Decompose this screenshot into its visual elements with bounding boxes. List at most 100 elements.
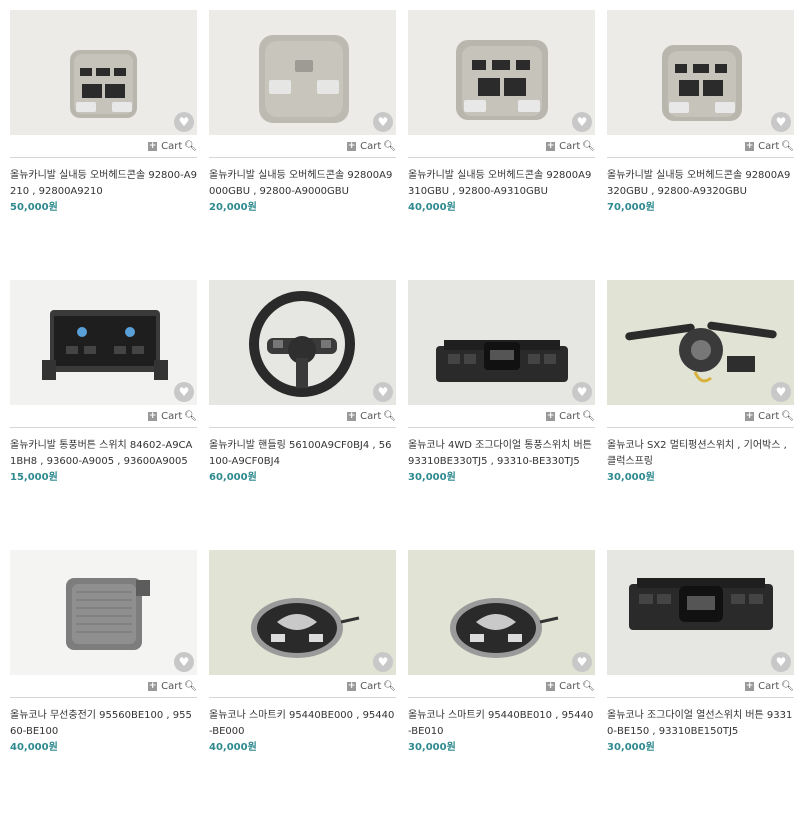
plus-icon: +: [347, 680, 357, 691]
product-title[interactable]: 올뉴카니발 통풍버튼 스위치 84602-A9CA1BH8 , 93600-A9…: [10, 438, 197, 470]
add-to-cart-button[interactable]: + Cart 🔍︎: [347, 141, 396, 152]
product-card[interactable]: ♥ + Cart 🔍︎ 올뉴코나 SX2 멀티펑션스위치 , 기어박스 , 클럭…: [607, 280, 794, 550]
add-to-cart-button[interactable]: + Cart 🔍︎: [745, 681, 794, 692]
add-to-cart-button[interactable]: + Cart 🔍︎: [546, 141, 595, 152]
magnifier-icon[interactable]: 🔍︎: [781, 411, 794, 422]
cart-label: Cart: [758, 140, 780, 152]
product-card[interactable]: ♥ + Cart 🔍︎ 올뉴카니발 실내등 오버헤드콘솔 92800A9310G…: [408, 10, 595, 280]
plus-icon: +: [148, 680, 158, 691]
magnifier-icon[interactable]: 🔍︎: [383, 681, 396, 692]
plus-icon: +: [347, 140, 357, 151]
magnifier-icon[interactable]: 🔍︎: [184, 411, 197, 422]
product-card[interactable]: ♥ + Cart 🔍︎ 올뉴카니발 실내등 오버헤드콘솔 92800A9000G…: [209, 10, 396, 280]
magnifier-icon[interactable]: 🔍︎: [184, 141, 197, 152]
product-image[interactable]: ♥: [10, 10, 197, 135]
plus-icon: +: [148, 140, 158, 151]
cart-bar: + Cart 🔍︎: [10, 135, 197, 158]
wishlist-heart-icon[interactable]: ♥: [572, 112, 592, 132]
product-title[interactable]: 올뉴카니발 핸들링 56100A9CF0BJ4 , 56100-A9CF0BJ4: [209, 438, 396, 470]
add-to-cart-button[interactable]: + Cart 🔍︎: [148, 681, 197, 692]
product-price: 15,000원: [10, 472, 58, 483]
magnifier-icon[interactable]: 🔍︎: [582, 681, 595, 692]
wishlist-heart-icon[interactable]: ♥: [771, 112, 791, 132]
add-to-cart-button[interactable]: + Cart 🔍︎: [546, 411, 595, 422]
magnifier-icon[interactable]: 🔍︎: [383, 141, 396, 152]
product-title[interactable]: 올뉴코나 스마트키 95440BE010 , 95440-BE010: [408, 708, 595, 740]
product-card[interactable]: ♥ + Cart 🔍︎ 올뉴코나 조그다이얼 열선스위치 버튼 93310-BE…: [607, 550, 794, 820]
product-title[interactable]: 올뉴코나 조그다이얼 열선스위치 버튼 93310-BE150 , 93310B…: [607, 708, 794, 740]
product-image[interactable]: ♥: [408, 550, 595, 675]
product-title[interactable]: 올뉴코나 무선충전기 95560BE100 , 95560-BE100: [10, 708, 197, 740]
product-card[interactable]: ♥ + Cart 🔍︎ 올뉴카니발 핸들링 56100A9CF0BJ4 , 56…: [209, 280, 396, 550]
product-card[interactable]: ♥ + Cart 🔍︎ 올뉴카니발 실내등 오버헤드콘솔 92800A9320G…: [607, 10, 794, 280]
cart-bar: + Cart 🔍︎: [408, 675, 595, 698]
product-price: 40,000원: [408, 202, 456, 213]
wishlist-heart-icon[interactable]: ♥: [572, 382, 592, 402]
add-to-cart-button[interactable]: + Cart 🔍︎: [148, 411, 197, 422]
wishlist-heart-icon[interactable]: ♥: [174, 382, 194, 402]
add-to-cart-button[interactable]: + Cart 🔍︎: [148, 141, 197, 152]
wishlist-heart-icon[interactable]: ♥: [771, 382, 791, 402]
product-price: 70,000원: [607, 202, 655, 213]
cart-bar: + Cart 🔍︎: [607, 405, 794, 428]
cart-label: Cart: [758, 410, 780, 422]
plus-icon: +: [546, 680, 556, 691]
magnifier-icon[interactable]: 🔍︎: [582, 411, 595, 422]
product-image[interactable]: ♥: [408, 10, 595, 135]
wishlist-heart-icon[interactable]: ♥: [373, 112, 393, 132]
product-title[interactable]: 올뉴카니발 실내등 오버헤드콘솔 92800A9310GBU , 92800-A…: [408, 168, 595, 200]
magnifier-icon[interactable]: 🔍︎: [184, 681, 197, 692]
plus-icon: +: [546, 140, 556, 151]
product-image[interactable]: ♥: [607, 550, 794, 675]
magnifier-icon[interactable]: 🔍︎: [383, 411, 396, 422]
product-price: 30,000원: [408, 472, 456, 483]
product-card[interactable]: ♥ + Cart 🔍︎ 올뉴카니발 통풍버튼 스위치 84602-A9CA1BH…: [10, 280, 197, 550]
wishlist-heart-icon[interactable]: ♥: [174, 112, 194, 132]
product-title[interactable]: 올뉴카니발 실내등 오버헤드콘솔 92800-A9210 , 92800A921…: [10, 168, 197, 200]
cart-label: Cart: [559, 140, 581, 152]
cart-bar: + Cart 🔍︎: [408, 405, 595, 428]
wishlist-heart-icon[interactable]: ♥: [174, 652, 194, 672]
product-image[interactable]: ♥: [209, 280, 396, 405]
magnifier-icon[interactable]: 🔍︎: [781, 681, 794, 692]
product-card[interactable]: ♥ + Cart 🔍︎ 올뉴카니발 실내등 오버헤드콘솔 92800-A9210…: [10, 10, 197, 280]
magnifier-icon[interactable]: 🔍︎: [582, 141, 595, 152]
product-price: 30,000원: [607, 472, 655, 483]
product-card[interactable]: ♥ + Cart 🔍︎ 올뉴코나 스마트키 95440BE000 , 95440…: [209, 550, 396, 820]
plus-icon: +: [745, 410, 755, 421]
product-image[interactable]: ♥: [10, 280, 197, 405]
product-title[interactable]: 올뉴코나 SX2 멀티펑션스위치 , 기어박스 , 클럭스프링: [607, 438, 794, 470]
product-title[interactable]: 올뉴코나 스마트키 95440BE000 , 95440-BE000: [209, 708, 396, 740]
product-title[interactable]: 올뉴카니발 실내등 오버헤드콘솔 92800A9320GBU , 92800-A…: [607, 168, 794, 200]
add-to-cart-button[interactable]: + Cart 🔍︎: [347, 411, 396, 422]
wishlist-heart-icon[interactable]: ♥: [572, 652, 592, 672]
add-to-cart-button[interactable]: + Cart 🔍︎: [745, 141, 794, 152]
wishlist-heart-icon[interactable]: ♥: [373, 652, 393, 672]
product-price: 40,000원: [10, 742, 58, 753]
add-to-cart-button[interactable]: + Cart 🔍︎: [745, 411, 794, 422]
product-image[interactable]: ♥: [209, 550, 396, 675]
product-image[interactable]: ♥: [408, 280, 595, 405]
product-image[interactable]: ♥: [10, 550, 197, 675]
plus-icon: +: [745, 680, 755, 691]
plus-icon: +: [745, 140, 755, 151]
product-price: 60,000원: [209, 472, 257, 483]
wishlist-heart-icon[interactable]: ♥: [771, 652, 791, 672]
product-title[interactable]: 올뉴카니발 실내등 오버헤드콘솔 92800A9000GBU , 92800-A…: [209, 168, 396, 200]
cart-bar: + Cart 🔍︎: [209, 135, 396, 158]
product-card[interactable]: ♥ + Cart 🔍︎ 올뉴코나 무선충전기 95560BE100 , 9556…: [10, 550, 197, 820]
cart-bar: + Cart 🔍︎: [209, 405, 396, 428]
magnifier-icon[interactable]: 🔍︎: [781, 141, 794, 152]
product-card[interactable]: ♥ + Cart 🔍︎ 올뉴코나 4WD 조그다이얼 통풍스위치 버튼 9331…: [408, 280, 595, 550]
product-image[interactable]: ♥: [607, 10, 794, 135]
add-to-cart-button[interactable]: + Cart 🔍︎: [546, 681, 595, 692]
product-card[interactable]: ♥ + Cart 🔍︎ 올뉴코나 스마트키 95440BE010 , 95440…: [408, 550, 595, 820]
cart-label: Cart: [758, 680, 780, 692]
product-image[interactable]: ♥: [607, 280, 794, 405]
plus-icon: +: [148, 410, 158, 421]
product-title[interactable]: 올뉴코나 4WD 조그다이얼 통풍스위치 버튼 93310BE330TJ5 , …: [408, 438, 595, 470]
product-image[interactable]: ♥: [209, 10, 396, 135]
cart-label: Cart: [161, 680, 183, 692]
add-to-cart-button[interactable]: + Cart 🔍︎: [347, 681, 396, 692]
wishlist-heart-icon[interactable]: ♥: [373, 382, 393, 402]
